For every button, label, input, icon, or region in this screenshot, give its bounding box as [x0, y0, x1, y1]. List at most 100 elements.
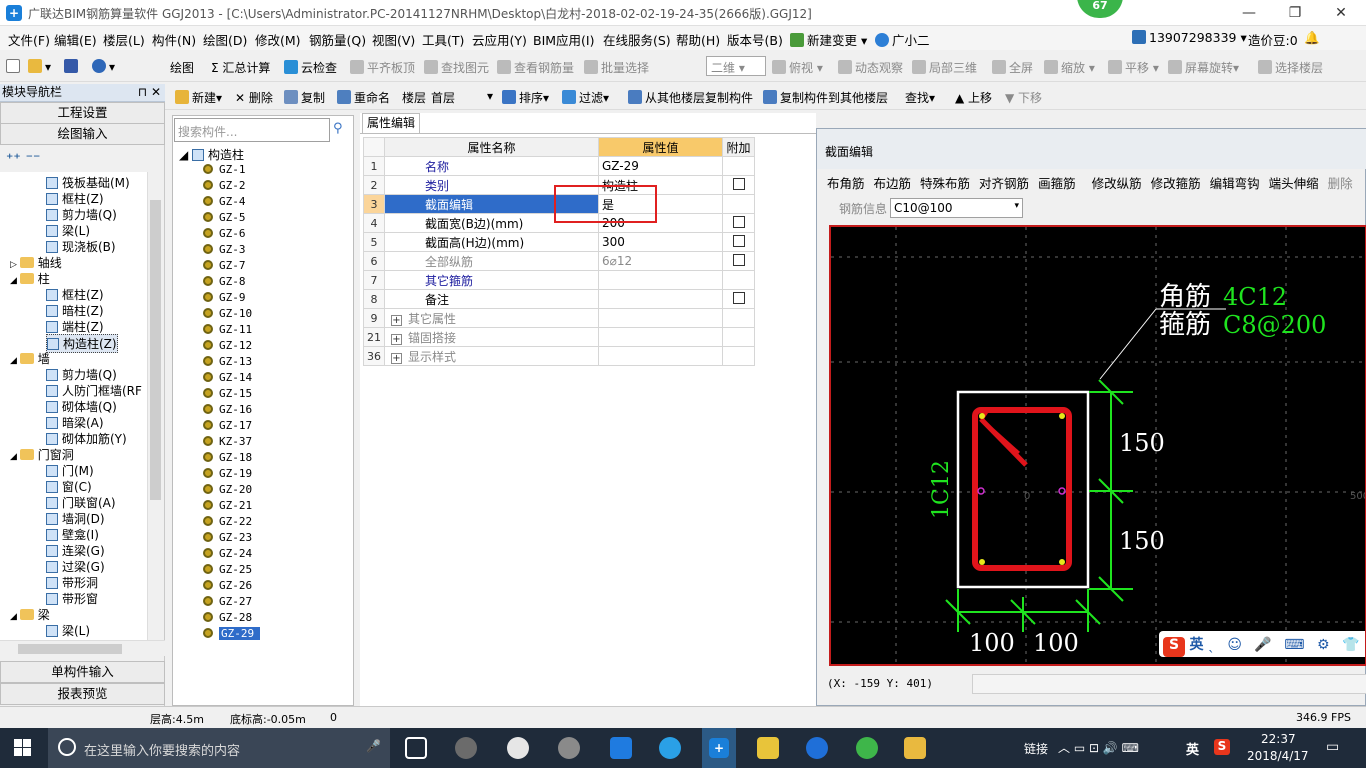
- expander-icon[interactable]: ▷: [10, 260, 20, 270]
- report-preview-button[interactable]: 报表预览: [0, 683, 165, 705]
- mic-icon[interactable]: 🎤: [366, 739, 381, 753]
- find-element-button[interactable]: 查找图元: [424, 59, 489, 76]
- nav-tree-item[interactable]: ◢ 门窗洞: [10, 446, 74, 463]
- save-icon[interactable]: [64, 59, 81, 74]
- nav-hscrollbar[interactable]: [0, 640, 165, 656]
- component-item[interactable]: GZ-11: [203, 323, 252, 336]
- component-search-input[interactable]: 搜索构件...: [174, 118, 330, 142]
- tray-time[interactable]: 22:37: [1261, 732, 1296, 746]
- nav-tree-item[interactable]: 现浇板(B): [46, 238, 116, 255]
- attach-cell[interactable]: [722, 232, 755, 252]
- component-item[interactable]: GZ-1: [203, 163, 246, 176]
- menu-component[interactable]: 构件(N): [152, 30, 196, 49]
- component-item[interactable]: GZ-21: [203, 499, 252, 512]
- single-input-button[interactable]: 单构件输入: [0, 661, 165, 683]
- attach-checkbox[interactable]: [732, 215, 745, 228]
- browser-360-icon[interactable]: [856, 737, 878, 759]
- property-row[interactable]: 7 其它箍筋: [363, 270, 755, 290]
- rebar-info-select[interactable]: C10@100 ▾: [890, 198, 1023, 218]
- expander-icon[interactable]: ◢: [10, 612, 20, 622]
- nav-tree-item[interactable]: 带形洞: [46, 574, 98, 591]
- component-item[interactable]: GZ-19: [203, 467, 252, 480]
- top-view-button[interactable]: 俯视 ▾: [772, 59, 823, 76]
- component-root[interactable]: ◢ 构造柱: [179, 146, 244, 163]
- component-item[interactable]: GZ-4: [203, 195, 246, 208]
- property-row[interactable]: 21 + 锚固搭接: [363, 327, 755, 347]
- component-item[interactable]: GZ-23: [203, 531, 252, 544]
- attach-cell[interactable]: [722, 251, 755, 271]
- attach-checkbox[interactable]: [732, 177, 745, 190]
- nav-tree-item[interactable]: 门(M): [46, 462, 94, 479]
- account-menu[interactable]: 13907298339 ▾: [1132, 30, 1247, 45]
- component-item[interactable]: GZ-16: [203, 403, 252, 416]
- nav-tree-item[interactable]: 梁(L): [46, 222, 90, 239]
- file-explorer-icon[interactable]: [904, 737, 926, 759]
- new-file-icon[interactable]: [6, 59, 23, 74]
- view-mode-select[interactable]: 二维 ▾: [706, 56, 766, 76]
- menu-assistant[interactable]: 广小二: [875, 30, 930, 49]
- delete-button[interactable]: ✕ 删除: [235, 89, 273, 106]
- pan-button[interactable]: 平移 ▾: [1108, 59, 1159, 76]
- nav-tree-item[interactable]: 墙洞(D): [46, 510, 105, 527]
- property-value[interactable]: 6⌀12: [598, 251, 723, 271]
- tray-icons[interactable]: ︿ ▭ ⊡ 🔊 ⌨: [1058, 739, 1139, 756]
- nav-tree-item[interactable]: 梁(L): [46, 622, 90, 639]
- tray-ime[interactable]: 英: [1186, 739, 1199, 758]
- property-value[interactable]: GZ-29: [598, 156, 723, 176]
- copy-button[interactable]: 复制: [284, 89, 325, 106]
- nav-tree-item[interactable]: 砌体加筋(Y): [46, 430, 127, 447]
- section-tool-button[interactable]: 编辑弯钩: [1210, 176, 1260, 191]
- notification-badge[interactable]: 67: [1077, 0, 1123, 18]
- zoom-button[interactable]: 缩放 ▾: [1044, 59, 1095, 76]
- ie-old-icon[interactable]: [507, 737, 529, 759]
- section-tool-button[interactable]: 画箍筋: [1038, 176, 1076, 191]
- cloud-check-button[interactable]: 云检查: [284, 59, 337, 76]
- component-item[interactable]: GZ-25: [203, 563, 252, 576]
- attach-checkbox[interactable]: [732, 253, 745, 266]
- nav-tree-item[interactable]: ◢ 柱: [10, 270, 50, 287]
- nav-tree-item[interactable]: 筏板基础(M): [46, 174, 130, 191]
- search-icon[interactable]: ⚲: [333, 121, 343, 136]
- property-value[interactable]: [598, 289, 723, 309]
- component-item[interactable]: GZ-17: [203, 419, 252, 432]
- section-tool-button[interactable]: 对齐钢筋: [979, 176, 1029, 191]
- minimize-button[interactable]: —: [1226, 0, 1272, 26]
- property-row[interactable]: 6 全部纵筋 6⌀12: [363, 251, 755, 271]
- orbit-button[interactable]: 动态观察: [838, 59, 903, 76]
- nav-tree-item[interactable]: 构造柱(Z): [46, 334, 118, 353]
- menu-file[interactable]: 文件(F): [8, 30, 50, 49]
- pinwheel-icon[interactable]: [455, 737, 477, 759]
- taskbar-search-input[interactable]: 在这里输入你要搜索的内容: [48, 728, 390, 768]
- g-app-icon[interactable]: [806, 737, 828, 759]
- rename-button[interactable]: 重命名: [337, 89, 390, 106]
- attach-cell[interactable]: [722, 175, 755, 195]
- section-tool-button[interactable]: 修改纵筋: [1092, 176, 1142, 191]
- edge-icon[interactable]: [610, 737, 632, 759]
- ime-toolbar[interactable]: S 英 ˎ ☺ 🎤 ⌨ ⚙ 👕 🔧: [1159, 631, 1365, 657]
- floor-select[interactable]: 首层 ▾: [431, 89, 493, 106]
- component-item[interactable]: GZ-29: [203, 627, 261, 640]
- component-item[interactable]: GZ-24: [203, 547, 252, 560]
- menu-view[interactable]: 视图(V): [372, 30, 415, 49]
- draw-button[interactable]: 绘图: [170, 59, 194, 76]
- section-tool-button[interactable]: 布角筋: [827, 176, 865, 191]
- component-item[interactable]: GZ-28: [203, 611, 252, 624]
- nav-tree-item[interactable]: 连梁(G): [46, 542, 105, 559]
- component-item[interactable]: GZ-12: [203, 339, 252, 352]
- component-item[interactable]: GZ-13: [203, 355, 252, 368]
- property-row[interactable]: 8 备注: [363, 289, 755, 309]
- new-component-button[interactable]: 新建▾: [175, 89, 222, 106]
- menu-modify[interactable]: 修改(M): [255, 30, 301, 49]
- nav-vscrollbar[interactable]: [147, 172, 163, 640]
- menu-draw[interactable]: 绘图(D): [203, 30, 247, 49]
- copy-to-floor-button[interactable]: 复制构件到其他楼层: [763, 89, 888, 106]
- tray-link[interactable]: 链接: [1024, 740, 1048, 757]
- component-item[interactable]: GZ-6: [203, 227, 246, 240]
- pin-close-icons[interactable]: ⊓ ✕: [138, 84, 161, 101]
- sogou-tray-icon[interactable]: S: [1214, 739, 1230, 755]
- component-item[interactable]: GZ-14: [203, 371, 252, 384]
- draw-input-button[interactable]: 绘图输入: [0, 123, 165, 145]
- bell-icon[interactable]: 🔔: [1304, 30, 1320, 46]
- nav-tree-item[interactable]: 门联窗(A): [46, 494, 116, 511]
- summary-calc-button[interactable]: Σ 汇总计算: [211, 59, 270, 76]
